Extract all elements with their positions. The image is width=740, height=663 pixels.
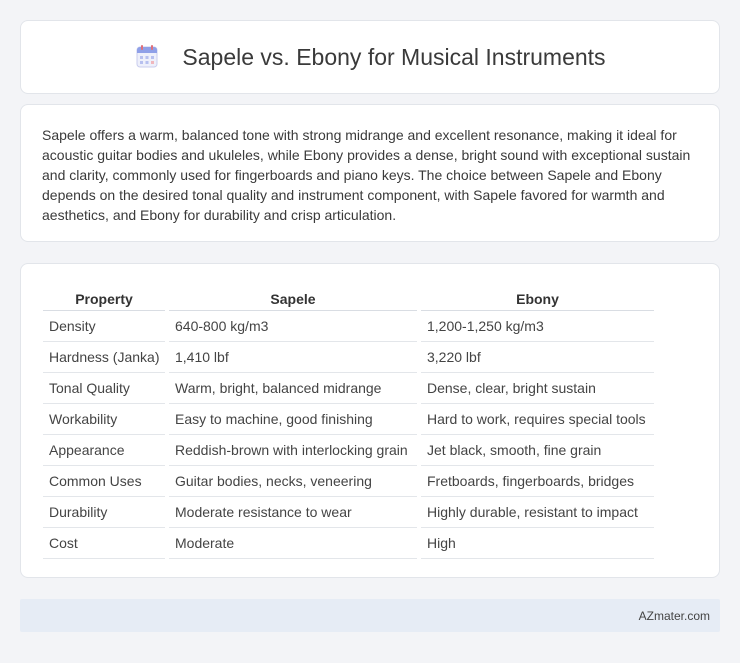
summary-text: Sapele offers a warm, balanced tone with…: [42, 127, 691, 223]
table-header-row: Property Sapele Ebony: [43, 284, 654, 311]
property-cell: Common Uses: [43, 466, 165, 497]
property-cell: Density: [43, 311, 165, 342]
sapele-cell: Moderate: [169, 528, 417, 559]
ebony-cell: 3,220 lbf: [421, 342, 654, 373]
table-row: Tonal Quality Warm, bright, balanced mid…: [43, 373, 654, 404]
sapele-cell: Reddish-brown with interlocking grain: [169, 435, 417, 466]
sapele-cell: 1,410 lbf: [169, 342, 417, 373]
table-row: Workability Easy to machine, good finish…: [43, 404, 654, 435]
calendar-icon: [134, 44, 160, 70]
header-property: Property: [43, 284, 165, 311]
sapele-cell: Moderate resistance to wear: [169, 497, 417, 528]
footer-source-link[interactable]: AZmater.com: [639, 609, 710, 623]
table-row: Durability Moderate resistance to wear H…: [43, 497, 654, 528]
sapele-cell: Guitar bodies, necks, veneering: [169, 466, 417, 497]
header-ebony: Ebony: [421, 284, 654, 311]
property-cell: Cost: [43, 528, 165, 559]
table-card: Property Sapele Ebony Density 640-800 kg…: [20, 263, 720, 578]
sapele-cell: 640-800 kg/m3: [169, 311, 417, 342]
footer: AZmater.com: [20, 599, 720, 632]
table-row: Density 640-800 kg/m3 1,200-1,250 kg/m3: [43, 311, 654, 342]
sapele-cell: Easy to machine, good finishing: [169, 404, 417, 435]
property-cell: Hardness (Janka): [43, 342, 165, 373]
ebony-cell: Fretboards, fingerboards, bridges: [421, 466, 654, 497]
ebony-cell: 1,200-1,250 kg/m3: [421, 311, 654, 342]
table-row: Hardness (Janka) 1,410 lbf 3,220 lbf: [43, 342, 654, 373]
ebony-cell: High: [421, 528, 654, 559]
ebony-cell: Dense, clear, bright sustain: [421, 373, 654, 404]
sapele-cell: Warm, bright, balanced midrange: [169, 373, 417, 404]
summary-card: Sapele offers a warm, balanced tone with…: [20, 104, 720, 242]
table-row: Cost Moderate High: [43, 528, 654, 559]
page: Sapele vs. Ebony for Musical Instruments…: [0, 0, 740, 663]
property-cell: Tonal Quality: [43, 373, 165, 404]
ebony-cell: Hard to work, requires special tools: [421, 404, 654, 435]
header-sapele: Sapele: [169, 284, 417, 311]
title-card: Sapele vs. Ebony for Musical Instruments: [20, 20, 720, 94]
comparison-table: Property Sapele Ebony Density 640-800 kg…: [39, 284, 658, 559]
property-cell: Appearance: [43, 435, 165, 466]
table-row: Appearance Reddish-brown with interlocki…: [43, 435, 654, 466]
property-cell: Workability: [43, 404, 165, 435]
ebony-cell: Jet black, smooth, fine grain: [421, 435, 654, 466]
page-title: Sapele vs. Ebony for Musical Instruments: [182, 43, 606, 70]
ebony-cell: Highly durable, resistant to impact: [421, 497, 654, 528]
property-cell: Durability: [43, 497, 165, 528]
table-row: Common Uses Guitar bodies, necks, veneer…: [43, 466, 654, 497]
